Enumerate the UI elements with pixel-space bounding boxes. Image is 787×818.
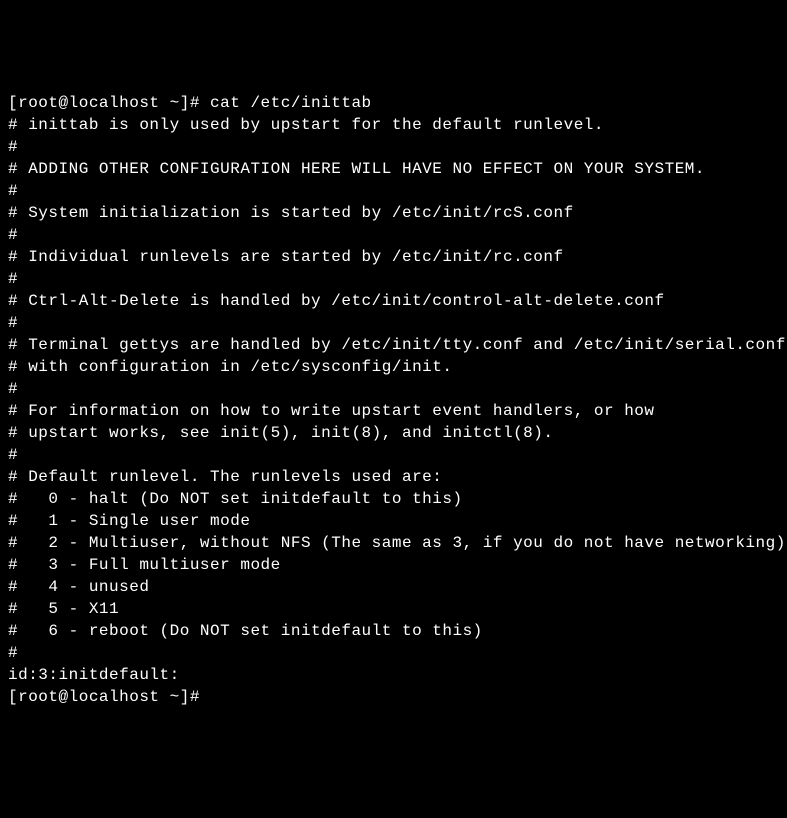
shell-prompt: [root@localhost ~]# <box>8 94 210 112</box>
output-line: # System initialization is started by /e… <box>8 202 779 224</box>
output-line: # <box>8 224 779 246</box>
output-line: # ADDING OTHER CONFIGURATION HERE WILL H… <box>8 158 779 180</box>
output-line: # 5 - X11 <box>8 598 779 620</box>
output-line: # <box>8 378 779 400</box>
output-line: # <box>8 642 779 664</box>
output-line: # For information on how to write upstar… <box>8 400 779 422</box>
output-line: # Ctrl-Alt-Delete is handled by /etc/ini… <box>8 290 779 312</box>
command-text: cat /etc/inittab <box>210 94 372 112</box>
output-line: # <box>8 268 779 290</box>
command-line: [root@localhost ~]# cat /etc/inittab <box>8 92 779 114</box>
output-line: id:3:initdefault: <box>8 664 779 686</box>
output-line: # <box>8 180 779 202</box>
output-line: # Terminal gettys are handled by /etc/in… <box>8 334 779 356</box>
output-line: # Individual runlevels are started by /e… <box>8 246 779 268</box>
output-line: # 0 - halt (Do NOT set initdefault to th… <box>8 488 779 510</box>
output-line: # 1 - Single user mode <box>8 510 779 532</box>
shell-prompt: [root@localhost ~]# <box>8 686 779 708</box>
output-line: # <box>8 136 779 158</box>
output-line: # upstart works, see init(5), init(8), a… <box>8 422 779 444</box>
output-line: # 3 - Full multiuser mode <box>8 554 779 576</box>
output-line: # with configuration in /etc/sysconfig/i… <box>8 356 779 378</box>
output-line: # Default runlevel. The runlevels used a… <box>8 466 779 488</box>
output-line: # <box>8 312 779 334</box>
terminal-window[interactable]: [root@localhost ~]# cat /etc/inittab# in… <box>8 92 779 708</box>
output-line: # inittab is only used by upstart for th… <box>8 114 779 136</box>
output-line: # <box>8 444 779 466</box>
output-line: # 2 - Multiuser, without NFS (The same a… <box>8 532 779 554</box>
output-line: # 4 - unused <box>8 576 779 598</box>
output-line: # 6 - reboot (Do NOT set initdefault to … <box>8 620 779 642</box>
